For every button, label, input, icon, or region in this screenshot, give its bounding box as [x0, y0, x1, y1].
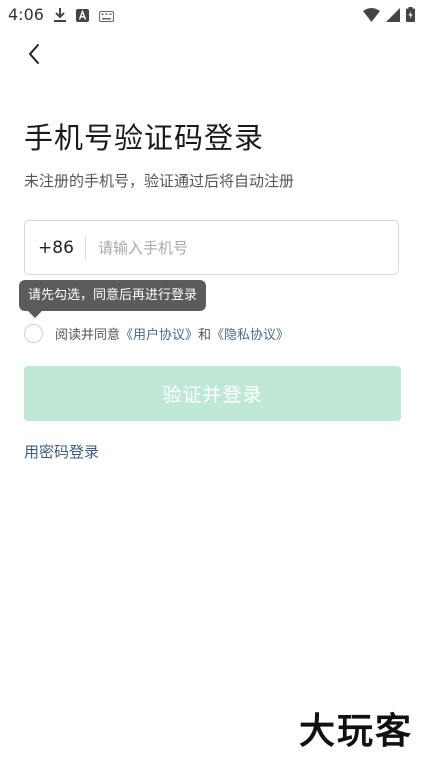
- phone-input[interactable]: [96, 237, 398, 258]
- status-bar: 4:06: [0, 0, 425, 28]
- field-divider: [85, 236, 86, 259]
- tooltip-arrow: [28, 311, 42, 318]
- battery-charging-icon: [406, 7, 415, 26]
- agreement-and: 和: [198, 328, 212, 343]
- agreement-row: 阅读并同意《用户协议》和《隐私协议》: [24, 324, 289, 343]
- status-time: 4:06: [8, 5, 44, 24]
- status-right-icons: [363, 7, 415, 26]
- download-icon: [54, 7, 66, 26]
- back-button[interactable]: [22, 44, 46, 68]
- phone-field: +86: [24, 220, 399, 275]
- privacy-policy-link[interactable]: 《隐私协议》: [211, 328, 289, 343]
- status-left-icons: [54, 7, 114, 26]
- country-code[interactable]: +86: [27, 238, 85, 258]
- wifi-icon: [363, 7, 380, 26]
- verify-login-button[interactable]: 验证并登录: [24, 366, 401, 421]
- page-subtitle: 未注册的手机号，验证通过后将自动注册: [24, 172, 295, 190]
- keyboard-icon: [99, 7, 114, 26]
- page-title: 手机号验证码登录: [24, 121, 265, 155]
- chevron-left-icon: [27, 43, 41, 69]
- agree-tooltip: 请先勾选，同意后再进行登录: [19, 280, 207, 311]
- agreement-text: 阅读并同意《用户协议》和《隐私协议》: [55, 324, 289, 343]
- agreement-prefix: 阅读并同意: [55, 328, 121, 343]
- signal-icon: [386, 7, 400, 26]
- agree-checkbox[interactable]: [24, 324, 43, 343]
- watermark: 大玩客: [298, 710, 413, 752]
- app-a-icon: [76, 7, 89, 26]
- user-agreement-link[interactable]: 《用户协议》: [120, 328, 198, 343]
- password-login-link[interactable]: 用密码登录: [24, 441, 99, 462]
